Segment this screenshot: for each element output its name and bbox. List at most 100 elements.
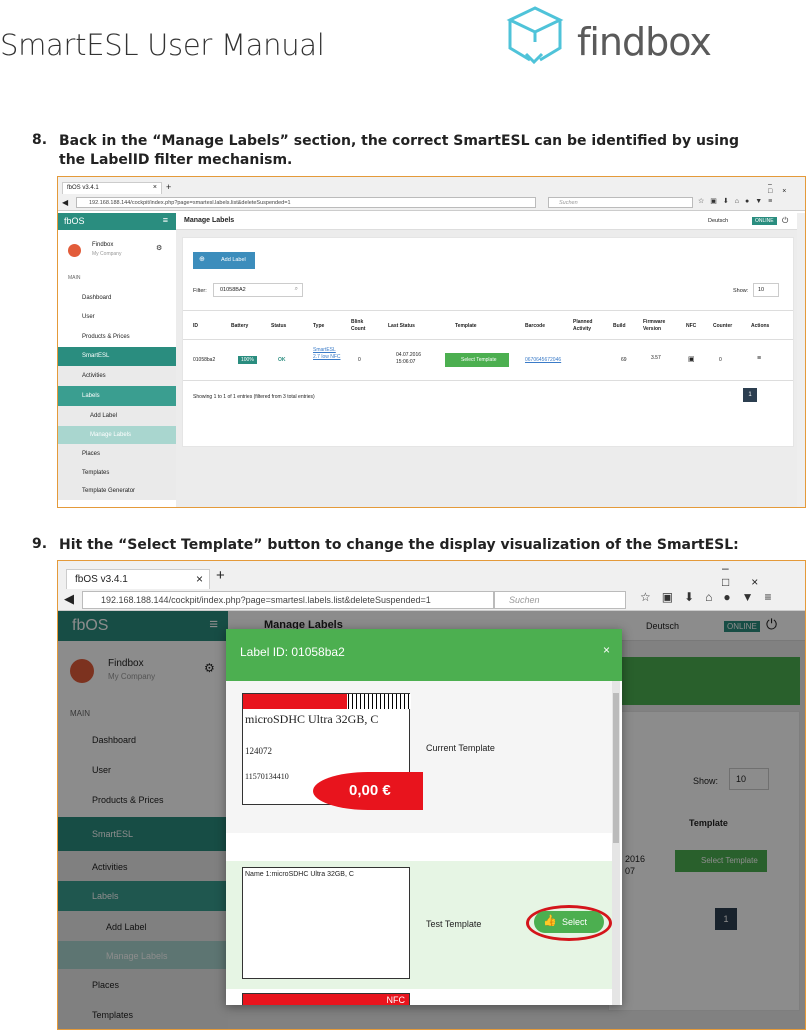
thumbs-up-icon: 👍 [543,915,557,927]
tab-close-icon[interactable]: × [196,572,203,586]
app-header: fbOS ≡ [58,213,176,230]
toolbar-icons[interactable]: ☆▣⬇⌂●▼≡ [698,197,778,205]
col-last-status[interactable]: Last Status [388,323,415,329]
sidebar: Findbox My Company ⚙ MAIN Dashboard User… [58,230,176,507]
close-icon[interactable]: × [603,643,610,657]
search-placeholder: Suchen [509,595,540,605]
search-placeholder: Suchen [559,200,578,206]
nfc-icon: ▣ [688,356,695,363]
modal-scrollbar[interactable] [612,681,620,1005]
test-template-preview: Name 1:microSDHC Ultra 32GB, C [242,867,410,979]
product-number-2: 11570134410 [245,772,289,781]
nav-products-prices[interactable]: Products & Prices [58,329,176,344]
user-name: Findbox [92,242,114,248]
product-name: microSDHC Ultra 32GB, C [245,712,379,726]
pagination-page[interactable]: 1 [743,388,757,402]
nav-dashboard[interactable]: Dashboard [58,290,176,305]
window-controls[interactable]: –□× [768,181,805,195]
step-number: 9. [32,536,48,552]
nav-activities[interactable]: Activities [58,366,176,386]
nav-labels[interactable]: Labels [58,386,176,406]
power-icon[interactable]: ⏻ [782,216,788,226]
col-firmware[interactable]: Firmware Version [643,319,673,333]
col-build[interactable]: Build [613,323,626,329]
select-template-button[interactable]: Select Template [445,353,509,367]
modal-header: Label ID: 01058ba2 × [226,629,622,681]
screenshot-select-template: fbOS v3.4.1 × + –□× ◀ 192.168.188.144/co… [57,560,806,1030]
test-template-row: Name 1:microSDHC Ultra 32GB, C Test Temp… [226,861,614,989]
new-tab-icon[interactable]: + [216,567,225,584]
col-battery[interactable]: Battery [231,323,248,329]
red-banner [243,994,409,1005]
modal-spacer [226,833,614,861]
app-name: fbOS [64,216,85,226]
new-tab-icon[interactable]: + [166,182,171,192]
step-8: 8. Back in the “Manage Labels” section, … [32,132,739,168]
findbox-logo [500,2,570,73]
url-text: 192.168.188.144/cockpit/index.php?page=s… [101,595,431,605]
col-blink[interactable]: Blink Count [351,319,371,333]
filter-label: Filter: [193,288,207,294]
type-link[interactable]: SmartESL 2.7 low NFC [313,347,341,361]
toolbar-icons[interactable]: ☆▣⬇⌂●▼≡ [640,590,783,604]
search-box[interactable]: Suchen [548,197,693,208]
show-select[interactable]: 10 [753,283,779,297]
back-icon[interactable]: ◀ [62,198,68,207]
scrollbar[interactable] [797,213,805,507]
actions-icon[interactable]: ≡ [757,355,761,362]
col-barcode[interactable]: Barcode [525,323,545,329]
step-text: Back in the “Manage Labels” section, the… [59,133,740,168]
browser-tab[interactable]: fbOS v3.4.1 × [66,569,210,589]
search-icon: ⌕ [294,286,298,292]
url-text: 192.168.188.144/cockpit/index.php?page=s… [89,200,291,206]
battery-badge: 100% [238,356,257,364]
page-title: Manage Labels [184,217,235,224]
scrollbar-thumb[interactable] [613,693,619,843]
main-content: Manage Labels Deutsch ONLINE ⏻ ⊕ Add Lab… [176,213,805,507]
col-counter[interactable]: Counter [713,323,732,329]
nav-templates[interactable]: Templates [58,464,176,482]
nav-manage-labels[interactable]: Manage Labels [58,426,176,444]
template-modal: Label ID: 01058ba2 × microSDHC Ultra 32G… [226,629,622,1005]
address-bar[interactable]: 192.168.188.144/cockpit/index.php?page=s… [82,591,494,609]
labels-panel: ⊕ Add Label Filter: 01058BA2 ⌕ Show: 10 … [182,237,794,447]
window-controls[interactable]: –□× [722,561,805,589]
address-bar[interactable]: 192.168.188.144/cockpit/index.php?page=s… [76,197,536,208]
add-label-button[interactable]: ⊕ Add Label [193,252,255,269]
tab-close-icon[interactable]: × [153,184,157,191]
table-header: ID Battery Status Type Blink Count Last … [183,310,793,340]
col-id[interactable]: ID [193,323,198,329]
step-9: 9. Hit the “Select Template” button to c… [32,536,739,553]
nav-add-label[interactable]: Add Label [58,406,176,426]
current-template-label: Current Template [426,743,495,753]
filter-input[interactable]: 01058BA2 ⌕ [213,283,303,297]
menu-icon[interactable]: ≡ [163,215,168,225]
nav-template-generator[interactable]: Template Generator [58,482,176,500]
back-icon[interactable]: ◀ [64,591,74,607]
col-planned[interactable]: Planned Activity [573,319,599,333]
col-status[interactable]: Status [271,323,286,329]
barcode-link[interactable]: 0670645672046 [525,357,561,363]
table-footer: Showing 1 to 1 of 1 entries (filtered fr… [193,394,315,400]
status-badge: ONLINE [752,217,777,225]
search-box[interactable]: Suchen [494,591,626,609]
screenshot-manage-labels: fbOS v3.4.1 × + –□× ◀ 192.168.188.144/co… [57,176,806,508]
nav-places[interactable]: Places [58,444,176,464]
test-template-label: Test Template [426,919,482,929]
language-select[interactable]: Deutsch [708,218,728,224]
current-template-row: microSDHC Ultra 32GB, C 124072 115701344… [226,681,614,833]
nav-user[interactable]: User [58,309,176,324]
col-nfc[interactable]: NFC [686,323,696,329]
avatar [68,244,81,257]
top-bar: Manage Labels Deutsch ONLINE ⏻ [176,213,805,230]
col-template[interactable]: Template [455,323,477,329]
select-button[interactable]: 👍 Select [534,911,604,933]
browser-tab[interactable]: fbOS v3.4.1 × [62,182,162,194]
nav-smartesl[interactable]: SmartESL [58,347,176,366]
product-number-1: 124072 [245,746,272,756]
col-type[interactable]: Type [313,323,324,329]
settings-icon[interactable]: ⚙ [156,244,162,252]
col-actions[interactable]: Actions [751,323,769,329]
table-row[interactable]: 01058ba2 100% OK SmartESL 2.7 low NFC 0 … [183,341,793,381]
show-label: Show: [733,288,749,294]
